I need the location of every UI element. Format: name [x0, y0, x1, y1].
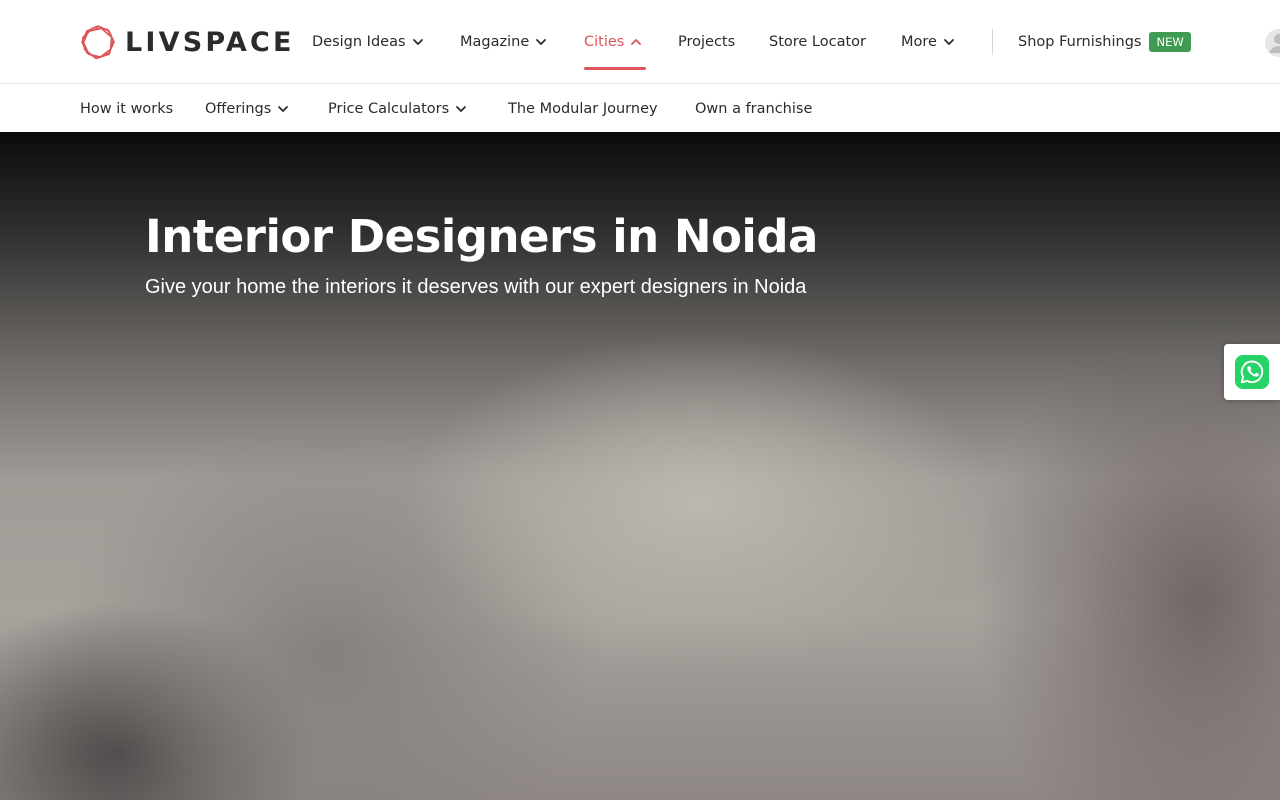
nav-more[interactable]: More	[901, 30, 955, 54]
shop-furnishings-label: Shop Furnishings	[1018, 34, 1142, 50]
nav-store-locator-label: Store Locator	[769, 34, 867, 50]
nav-magazine[interactable]: Magazine	[460, 30, 547, 54]
chevron-down-icon	[278, 106, 289, 112]
livspace-logo-icon	[81, 25, 115, 60]
chevron-down-icon	[412, 39, 423, 45]
top-header: LIVSPACE Design Ideas Magazine Cities Pr…	[0, 0, 1280, 84]
sub-nav: How it works Offerings Price Calculators…	[0, 85, 1280, 132]
nav-projects-label: Projects	[678, 34, 736, 50]
nav-design-ideas[interactable]: Design Ideas	[312, 30, 424, 54]
nav-active-indicator	[584, 67, 646, 70]
nav-cities-label: Cities	[584, 34, 625, 50]
chevron-up-icon	[631, 39, 642, 45]
logo-wordmark: LIVSPACE	[125, 26, 295, 58]
subnav-offerings-label: Offerings	[205, 101, 272, 117]
subnav-own-a-franchise[interactable]: Own a franchise	[695, 97, 812, 121]
chevron-down-icon	[456, 106, 467, 112]
subnav-price-calculators-label: Price Calculators	[328, 101, 450, 117]
nav-magazine-label: Magazine	[460, 34, 530, 50]
new-badge: NEW	[1149, 32, 1191, 52]
subnav-own-a-franchise-label: Own a franchise	[695, 101, 813, 117]
nav-shop-furnishings[interactable]: Shop Furnishings NEW	[1018, 30, 1191, 54]
nav-store-locator[interactable]: Store Locator	[769, 30, 866, 54]
chevron-down-icon	[944, 39, 954, 45]
hero-title: Interior Designers in Noida	[145, 210, 818, 263]
user-avatar-icon[interactable]	[1264, 28, 1280, 58]
subnav-how-it-works-label: How it works	[80, 101, 174, 117]
nav-projects[interactable]: Projects	[678, 30, 735, 54]
subnav-how-it-works[interactable]: How it works	[80, 97, 173, 121]
subnav-offerings[interactable]: Offerings	[205, 97, 289, 121]
subnav-modular-journey-label: The Modular Journey	[508, 101, 658, 117]
nav-more-label: More	[901, 34, 937, 50]
nav-divider	[992, 29, 993, 55]
nav-design-ideas-label: Design Ideas	[312, 34, 406, 50]
livspace-logo[interactable]: LIVSPACE	[80, 23, 295, 61]
subnav-modular-journey[interactable]: The Modular Journey	[508, 97, 658, 121]
chevron-down-icon	[536, 39, 547, 45]
nav-cities[interactable]: Cities	[584, 30, 642, 54]
whatsapp-button[interactable]	[1224, 344, 1280, 400]
whatsapp-icon	[1235, 355, 1269, 389]
subnav-price-calculators[interactable]: Price Calculators	[328, 97, 467, 121]
hero-subtitle: Give your home the interiors it deserves…	[145, 276, 807, 298]
hero-banner: Interior Designers in Noida Give your ho…	[0, 132, 1280, 800]
